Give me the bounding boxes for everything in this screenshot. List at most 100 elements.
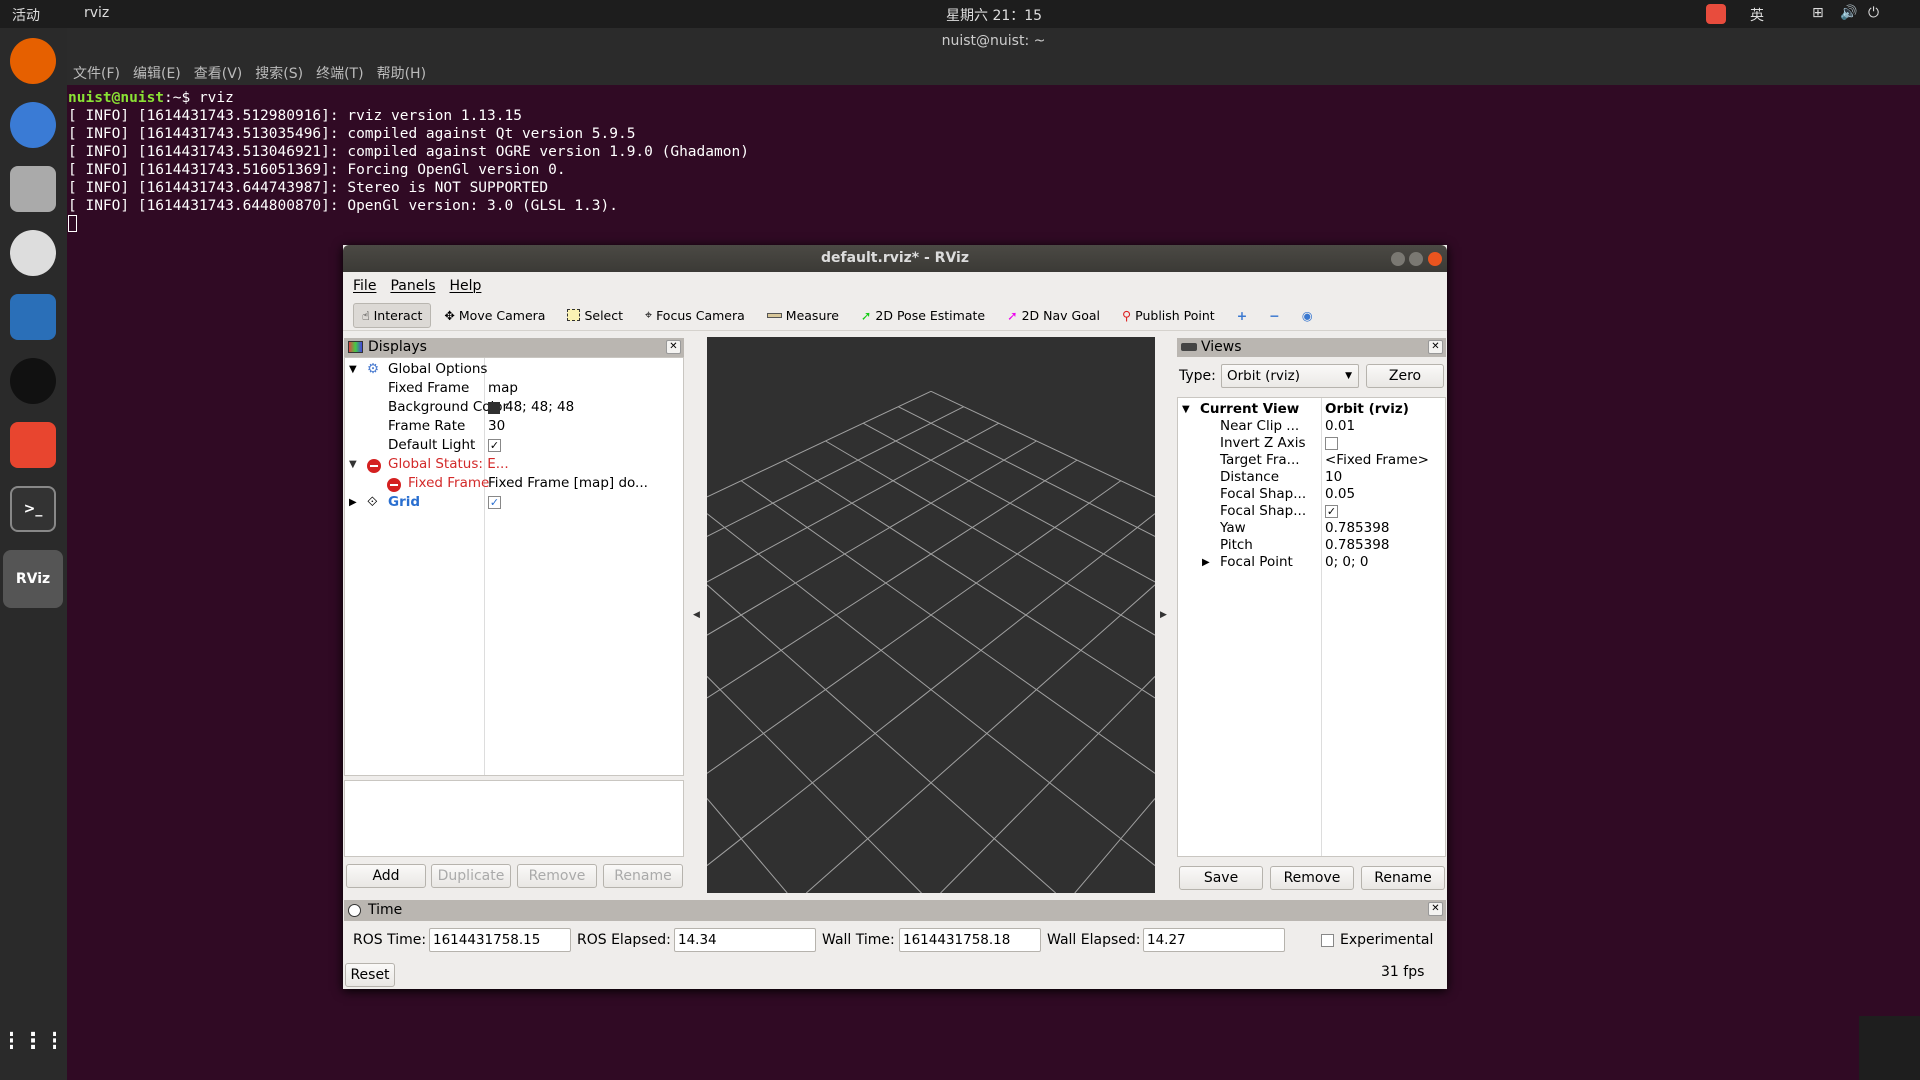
firefox-icon[interactable]	[10, 38, 56, 84]
expand-arrow-icon[interactable]: ▶	[1202, 553, 1210, 572]
network-icon[interactable]: ⊞	[1812, 5, 1824, 21]
close-button[interactable]	[1428, 252, 1442, 266]
tool-label: 2D Nav Goal	[1021, 307, 1100, 323]
input-method[interactable]: 英	[1750, 5, 1764, 25]
volume-icon[interactable]: 🔊	[1840, 5, 1857, 21]
menu-terminal[interactable]: 终端(T)	[316, 66, 363, 82]
power-icon[interactable]: ⏻	[1868, 5, 1879, 21]
checkbox[interactable]	[1325, 437, 1338, 450]
color-swatch[interactable]	[488, 402, 500, 414]
experimental-checkbox[interactable]	[1321, 934, 1334, 947]
menu-edit[interactable]: 编辑(E)	[133, 66, 181, 82]
maximize-button[interactable]	[1409, 252, 1423, 266]
row-label: Fixed Frame	[388, 380, 470, 396]
rviz-dock-icon[interactable]: RViz	[3, 550, 63, 608]
fps-readout: 31 fps	[1381, 964, 1425, 980]
wall-time-field[interactable]: 1614431758.18	[899, 928, 1041, 952]
activities-button[interactable]: 活动	[12, 5, 40, 25]
tree-row-background-color[interactable]: Background Color 48; 48; 48	[345, 398, 683, 417]
zero-button[interactable]: Zero	[1366, 364, 1444, 388]
menu-view[interactable]: 查看(V)	[194, 66, 243, 82]
tree-row-frame-rate[interactable]: Frame Rate 30	[345, 417, 683, 436]
qq-icon[interactable]	[10, 358, 56, 404]
tool-interact[interactable]: ☝ Interact	[353, 302, 432, 328]
clock[interactable]: 星期六 21：15	[946, 5, 1042, 25]
expand-arrow-icon[interactable]: ▼	[349, 360, 357, 379]
close-panel-button[interactable]: ✕	[1428, 902, 1443, 916]
ros-elapsed-field[interactable]: 14.34	[674, 928, 816, 952]
menu-help[interactable]: 帮助(H)	[377, 66, 426, 82]
tool-focus-camera[interactable]: ⌖ Focus Camera	[636, 302, 754, 328]
grid-line	[707, 798, 788, 893]
remove-display-button[interactable]: Remove	[517, 864, 597, 888]
menu-help[interactable]: Help	[450, 278, 482, 294]
tool-2d-pose-estimate[interactable]: ➚ 2D Pose Estimate	[852, 303, 994, 328]
tray-app-icon[interactable]	[1706, 4, 1726, 24]
ros-time-field[interactable]: 1614431758.15	[429, 928, 571, 952]
tool-publish-point[interactable]: ⚲ Publish Point	[1113, 303, 1224, 328]
writer-icon[interactable]	[10, 294, 56, 340]
reset-button[interactable]: Reset	[345, 963, 395, 987]
panel-title: Displays	[368, 339, 427, 355]
wall-elapsed-field[interactable]: 14.27	[1143, 928, 1285, 952]
eye-tool-button[interactable]: ◉	[1293, 303, 1322, 328]
row-value[interactable]: 0; 0; 0	[1325, 553, 1368, 572]
rviz-titlebar: default.rviz* - RViz	[343, 245, 1447, 272]
select-icon	[567, 309, 581, 321]
grid-line	[740, 480, 1155, 774]
menu-panels[interactable]: Panels	[390, 278, 435, 294]
terminal-icon[interactable]: >_	[10, 486, 56, 532]
tree-row-global-options[interactable]: ▼ ⚙ Global Options	[345, 360, 683, 379]
collapse-right-handle[interactable]: ▶	[1160, 610, 1167, 620]
close-panel-button[interactable]: ✕	[1428, 340, 1443, 354]
tree-row-global-status[interactable]: ▼ Global Status: E...	[345, 455, 683, 474]
tool-2d-nav-goal[interactable]: ➚ 2D Nav Goal	[998, 303, 1109, 328]
remove-tool-button[interactable]: −	[1260, 303, 1288, 328]
view-row[interactable]: ▶ Focal Point 0; 0; 0	[1178, 553, 1445, 572]
checkbox[interactable]: ✓	[488, 496, 501, 509]
row-value[interactable]: 30	[488, 417, 505, 436]
tool-label: Measure	[785, 307, 839, 323]
save-view-button[interactable]: Save	[1179, 866, 1263, 890]
checkbox[interactable]: ✓	[488, 439, 501, 452]
terminal-output: nuist@nuist:~$ rviz [ INFO] [1614431743.…	[67, 85, 1920, 241]
tool-measure[interactable]: Measure	[758, 303, 848, 328]
checkbox[interactable]: ✓	[1325, 505, 1338, 518]
view-type-select[interactable]: Orbit (rviz) ▼	[1221, 364, 1359, 388]
rename-display-button[interactable]: Rename	[603, 864, 683, 888]
tool-move-camera[interactable]: ✥ Move Camera	[435, 303, 554, 328]
rename-view-button[interactable]: Rename	[1361, 866, 1445, 890]
add-display-button[interactable]: Add	[346, 864, 426, 888]
expand-arrow-icon[interactable]: ▼	[349, 455, 357, 474]
minimize-button[interactable]	[1391, 252, 1405, 266]
menu-file[interactable]: 文件(F)	[73, 66, 120, 82]
thunderbird-icon[interactable]	[10, 102, 56, 148]
expand-arrow-icon[interactable]: ▶	[349, 493, 357, 512]
ksnip-icon[interactable]	[10, 422, 56, 468]
3d-viewport[interactable]	[707, 337, 1155, 893]
row-value[interactable]: map	[488, 379, 518, 398]
row-value[interactable]: 48; 48; 48	[505, 398, 574, 417]
collapse-left-handle[interactable]: ◀	[693, 610, 700, 620]
tree-row-fixed-frame-status[interactable]: Fixed Frame Fixed Frame [map] do...	[345, 474, 683, 493]
duplicate-display-button[interactable]: Duplicate	[431, 864, 511, 888]
remove-view-button[interactable]: Remove	[1270, 866, 1354, 890]
menu-file[interactable]: File	[353, 278, 376, 294]
displays-tree[interactable]: ▼ ⚙ Global Options Fixed Frame map Backgrou…	[344, 357, 684, 776]
rhythmbox-icon[interactable]	[10, 230, 56, 276]
views-tree[interactable]: ▼ Current View Orbit (rviz) Near Clip ... 0.…	[1177, 397, 1446, 857]
tree-row-fixed-frame[interactable]: Fixed Frame map	[345, 379, 683, 398]
menu-search[interactable]: 搜索(S)	[255, 66, 303, 82]
tool-label: Focus Camera	[656, 307, 745, 323]
tree-row-grid[interactable]: ▶ ⟐ Grid ✓	[345, 493, 683, 512]
files-icon[interactable]	[10, 166, 56, 212]
tree-row-default-light[interactable]: Default Light ✓	[345, 436, 683, 455]
show-applications-icon[interactable]: ⋮⋮⋮	[10, 1018, 56, 1064]
tool-select[interactable]: Select	[558, 303, 632, 328]
close-panel-button[interactable]: ✕	[666, 340, 681, 354]
notification-widget[interactable]	[1859, 1016, 1920, 1080]
add-tool-button[interactable]: +	[1228, 303, 1256, 328]
grid-line	[707, 406, 964, 537]
chevron-down-icon: ▼	[1345, 371, 1352, 381]
app-menu[interactable]: rviz	[84, 5, 109, 21]
